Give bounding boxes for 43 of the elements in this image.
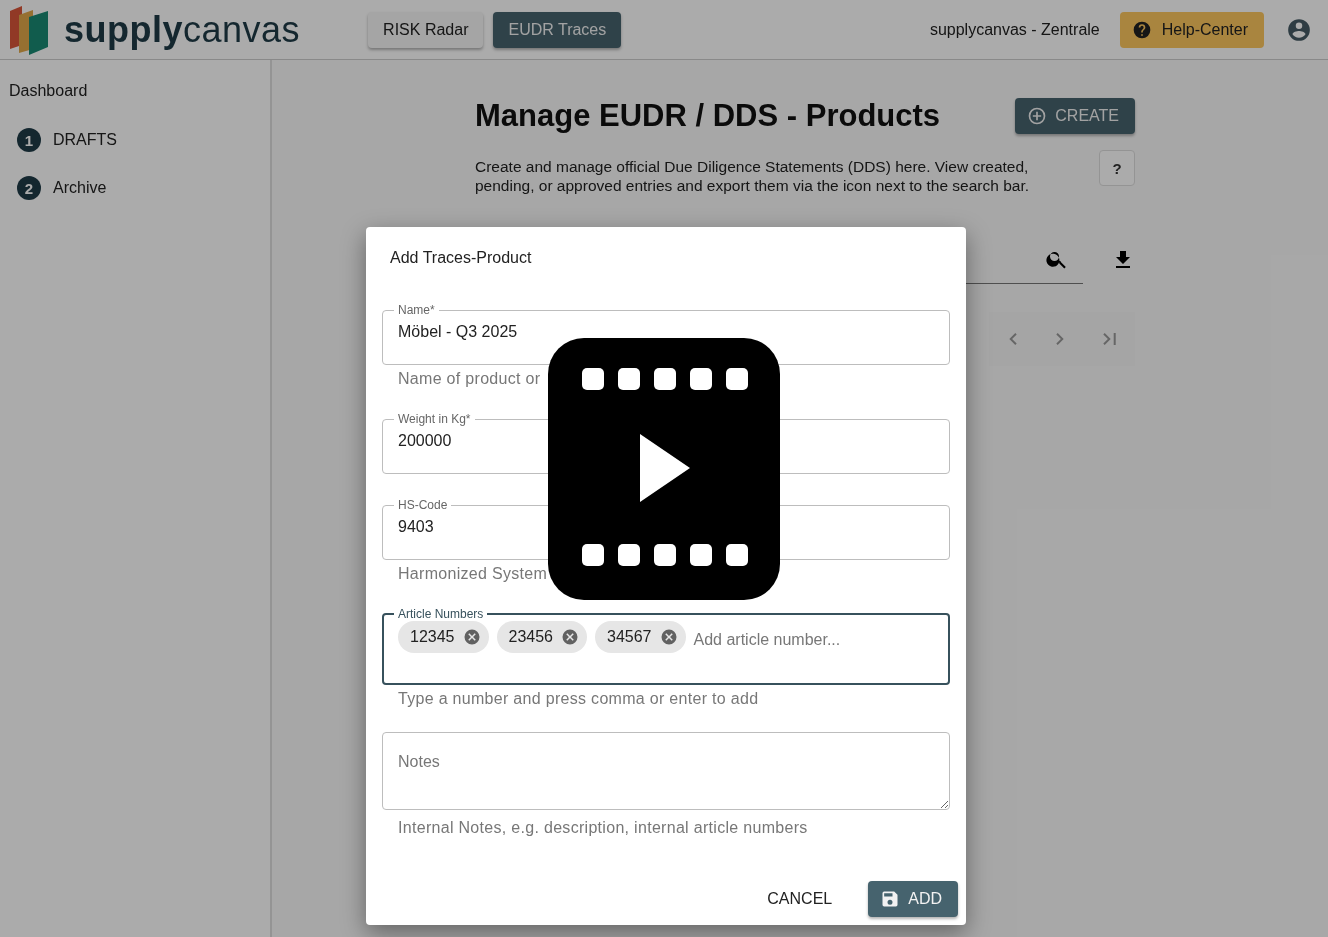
page-title: Manage EUDR / DDS - Products	[475, 98, 941, 134]
create-button[interactable]: CREATE	[1015, 98, 1135, 134]
cancel-button[interactable]: CANCEL	[759, 882, 841, 916]
sidebar-item-label: DRAFTS	[53, 131, 117, 149]
article-chip[interactable]: 12345	[398, 621, 489, 653]
logo-icon	[8, 4, 50, 55]
article-chip[interactable]: 34567	[595, 621, 686, 653]
article-chip[interactable]: 23456	[496, 621, 587, 653]
help-center-button[interactable]: Help-Center	[1119, 11, 1264, 48]
step-number: 1	[17, 128, 41, 152]
page-description: Create and manage official Due Diligence Statements (DDS) here. View created, pending, or approved entries and export them via the icon next to the search bar.	[475, 157, 1031, 195]
chevron-left-icon[interactable]	[1008, 333, 1017, 345]
remove-icon	[462, 628, 481, 646]
remove-icon	[561, 628, 579, 646]
field-value: Möbel - Q3 2025	[398, 322, 518, 342]
logo-text: supplycanvas	[64, 8, 301, 51]
sidebar-item[interactable]: 2 Archive	[0, 164, 270, 212]
sidebar-item-label: Archive	[53, 179, 107, 197]
save-icon	[880, 889, 901, 909]
step-number: 2	[17, 176, 41, 200]
sidebar-item[interactable]: 1 DRAFTS	[0, 116, 270, 164]
help-button[interactable]: ?	[1099, 150, 1135, 186]
chevron-right-icon[interactable]	[1055, 333, 1064, 345]
dialog-title: Add Traces-Product	[390, 249, 533, 267]
article-numbers-field[interactable]: Article Numbers 12345 23456 34567 Add article number...	[382, 607, 950, 685]
nav-tab[interactable]: EUDR Traces	[493, 11, 622, 48]
add-button[interactable]: ADD	[868, 881, 958, 917]
helper-text: Harmonized System	[398, 565, 548, 582]
helper-text: Internal Notes, e.g. description, internal article numbers	[398, 819, 808, 836]
video-play-icon	[548, 338, 780, 600]
sidebar-title[interactable]: Dashboard	[0, 82, 270, 100]
field-value: 200000	[398, 431, 452, 451]
helper-text: Name of product or	[398, 370, 541, 387]
notes-field[interactable]: Notes	[382, 732, 950, 810]
help-icon	[1131, 19, 1152, 40]
field-value: 9403	[398, 517, 434, 537]
placeholder-text: Add article number...	[693, 630, 841, 650]
organization-name: supplycanvas - Zentrale	[929, 20, 1100, 39]
user-account-icon	[1286, 16, 1312, 43]
last-page-icon[interactable]	[1102, 333, 1116, 345]
helper-text: Type a number and press comma or enter to add	[398, 690, 759, 707]
remove-icon	[659, 628, 678, 646]
nav-tab[interactable]: RISK Radar	[368, 11, 484, 48]
